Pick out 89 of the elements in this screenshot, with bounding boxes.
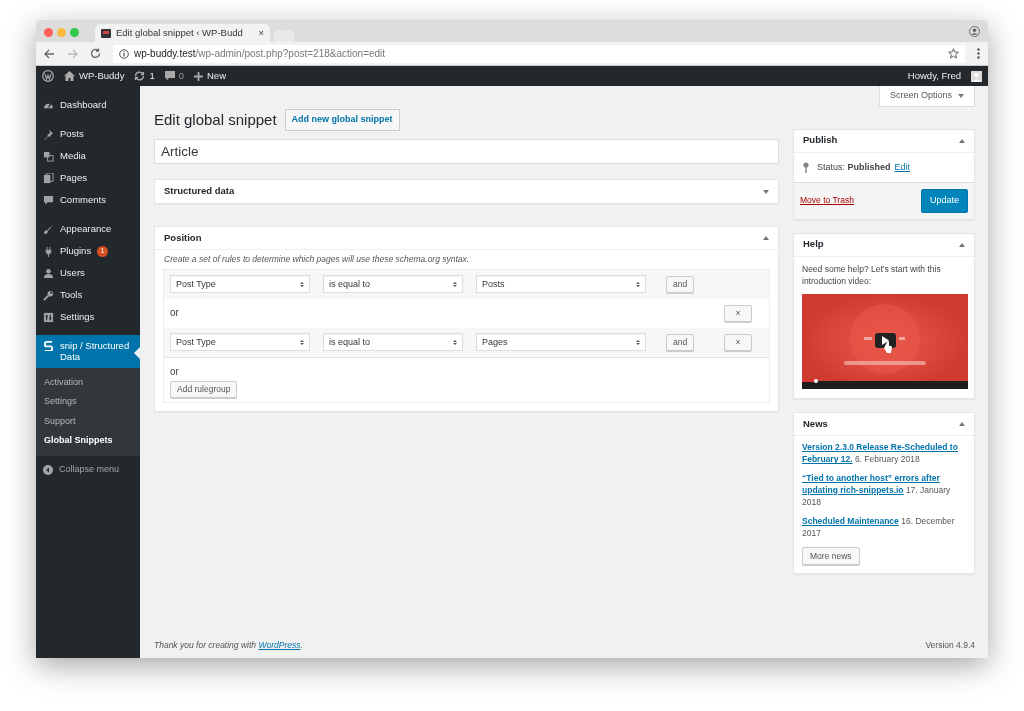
menu-item[interactable]: Tools (36, 284, 140, 306)
version-text: Version 4.9.4 (925, 639, 975, 652)
media-icon (43, 150, 54, 162)
and-button[interactable]: and (666, 333, 695, 351)
menu-item[interactable]: Dashboard (36, 94, 140, 116)
submenu-item[interactable]: Activation (36, 372, 140, 393)
menu-item[interactable]: Users (36, 262, 140, 284)
user-icon (43, 267, 54, 279)
submenu-item[interactable]: Settings (36, 392, 140, 412)
more-news-button[interactable]: More news (802, 547, 860, 566)
news-item[interactable]: “Tied to another host” errors after updating rich-snippets.io 17. January 2018 (802, 471, 966, 509)
update-button[interactable]: Update (920, 189, 968, 213)
info-icon (119, 48, 129, 59)
submenu-item[interactable]: Support (36, 411, 140, 432)
panel-title: Publish (803, 133, 838, 148)
toggle-arrow-icon[interactable] (763, 236, 769, 240)
page-heading: Edit global snippet (154, 109, 277, 130)
select-field[interactable]: Posts (476, 275, 646, 294)
close-window-button[interactable] (44, 27, 53, 37)
site-name-link[interactable]: WP-Buddy (79, 68, 125, 84)
toggle-arrow-icon[interactable] (959, 138, 965, 143)
menu-item[interactable]: Settings (36, 306, 140, 328)
select-field[interactable]: Post Type (170, 275, 310, 294)
panel-title: Structured data (164, 184, 235, 199)
trash-link[interactable]: Move to Trash (800, 194, 854, 208)
updates-icon (134, 71, 146, 81)
profile-icon[interactable] (969, 25, 980, 37)
brush-icon (43, 223, 54, 235)
pages-icon (43, 172, 54, 184)
browser-tab[interactable]: Edit global snippet ‹ WP-Budd × (95, 24, 270, 42)
status-text: Status: Published (817, 160, 891, 174)
menu-item[interactable]: Pages (36, 167, 140, 189)
title-field[interactable]: Article (154, 139, 779, 164)
settings-icon (43, 311, 54, 323)
submenu-item[interactable]: Global Snippets (36, 431, 140, 451)
menu-item[interactable]: snip / Structured Data (36, 335, 140, 368)
avatar-icon[interactable] (971, 70, 982, 82)
menu-item[interactable]: Comments (36, 189, 140, 211)
edit-link[interactable]: Edit (894, 160, 911, 174)
or-label: or (170, 305, 179, 320)
plug-icon (43, 245, 54, 257)
more-menu-icon[interactable] (977, 48, 980, 59)
comments-count[interactable]: 0 (178, 68, 184, 84)
collapse-icon (43, 464, 53, 475)
toggle-arrow-icon[interactable] (959, 422, 965, 426)
description-text: Create a set of rules to determine which pages will use these schema.org syntax. (163, 253, 471, 266)
s-logo-icon (43, 340, 54, 351)
wordpress-logo-icon[interactable] (42, 70, 54, 82)
plus-icon (194, 71, 203, 81)
screen-options-button[interactable]: Screen Options (878, 86, 975, 107)
back-icon[interactable] (44, 48, 55, 59)
close-tab-button[interactable]: × (258, 25, 264, 41)
wrench-icon (43, 289, 54, 301)
news-item[interactable]: Scheduled Maintenance 16. December 2017 (802, 514, 966, 540)
add-rulegroup-button[interactable]: Add rulegroup (170, 380, 238, 398)
select-field[interactable]: Post Type (170, 333, 310, 352)
select-field[interactable]: is equal to (323, 275, 463, 294)
tab-title: Edit global snippet ‹ WP-Budd (116, 25, 244, 40)
account-greeting[interactable]: Howdy, Fred (907, 68, 961, 84)
menu-item[interactable]: Posts (36, 123, 140, 145)
help-text: Need some help? Let's start with this introduction video: (801, 262, 942, 289)
pin-icon (803, 161, 809, 173)
reload-icon[interactable] (90, 48, 101, 59)
and-button[interactable]: and (666, 275, 695, 293)
favicon-icon (101, 28, 111, 38)
updates-count[interactable]: 1 (149, 68, 155, 84)
panel-title: News (803, 416, 828, 431)
footer-text: Thank you for creating with WordPress. (154, 639, 303, 652)
pin-icon (43, 128, 54, 140)
menu-item[interactable]: Media (36, 145, 140, 167)
select-field[interactable]: Pages (476, 333, 646, 352)
panel-title: Position (164, 230, 202, 245)
menu-item[interactable]: Appearance (36, 218, 140, 240)
comment-icon (164, 71, 175, 81)
remove-button[interactable]: × (724, 333, 752, 351)
address-field[interactable]: wp-buddy.test/wp-admin/post.php?post=218&action=edit (113, 44, 965, 63)
or-label: or (170, 364, 179, 379)
panel-title: Help (803, 237, 824, 252)
home-icon (64, 71, 75, 81)
add-new-button[interactable]: Add new global snippet (284, 109, 400, 131)
toggle-arrow-icon[interactable] (763, 189, 769, 194)
bookmark-star-icon[interactable] (948, 48, 959, 59)
comment-icon (43, 194, 54, 206)
collapse-menu-button[interactable]: Collapse menu (36, 455, 140, 484)
new-content-link[interactable]: New (207, 68, 226, 84)
select-field[interactable]: is equal to (323, 333, 463, 352)
news-item[interactable]: Version 2.3.0 Release Re-Scheduled to February 12. 6. February 2018 (802, 441, 966, 466)
toggle-arrow-icon[interactable] (959, 242, 965, 247)
remove-button[interactable]: × (724, 304, 752, 322)
